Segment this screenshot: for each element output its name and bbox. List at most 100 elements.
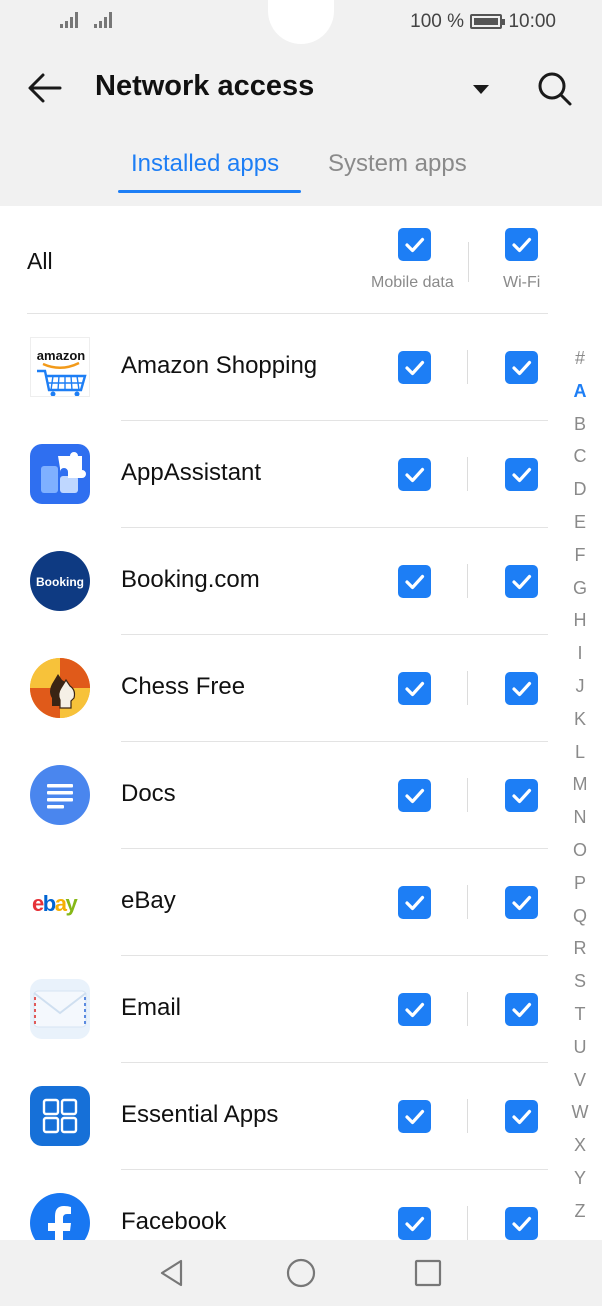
amazon-icon: amazon xyxy=(30,337,90,397)
alphabet-letter[interactable]: # xyxy=(568,342,592,375)
arrow-left-icon xyxy=(28,73,62,103)
mobile-data-checkbox[interactable] xyxy=(398,779,431,812)
booking-icon: Booking xyxy=(30,551,90,611)
app-name: Amazon Shopping xyxy=(121,352,318,379)
alphabet-letter[interactable]: O xyxy=(568,834,592,867)
facebook-icon xyxy=(30,1193,90,1240)
app-row-facebook: Facebook xyxy=(0,1170,560,1240)
filter-dropdown-button[interactable] xyxy=(466,74,496,104)
circle-home-icon xyxy=(286,1258,316,1288)
alphabet-letter[interactable]: I xyxy=(568,637,592,670)
alphabet-letter[interactable]: K xyxy=(568,703,592,736)
app-row-essential-apps: Essential Apps xyxy=(0,1063,560,1170)
wifi-checkbox[interactable] xyxy=(505,565,538,598)
alphabet-letter[interactable]: R xyxy=(568,932,592,965)
wifi-checkbox[interactable] xyxy=(505,886,538,919)
wifi-checkbox[interactable] xyxy=(505,993,538,1026)
app-row-email: Email xyxy=(0,956,560,1063)
alphabet-letter[interactable]: H xyxy=(568,604,592,637)
alphabet-letter[interactable]: J xyxy=(568,670,592,703)
alphabet-letter[interactable]: L xyxy=(568,736,592,769)
app-name: Email xyxy=(121,994,182,1021)
signal-icon-2 xyxy=(94,12,112,28)
alphabet-letter[interactable]: V xyxy=(568,1064,592,1097)
status-bar: 100 % 10:00 xyxy=(0,0,602,46)
column-divider xyxy=(467,671,468,705)
nav-home-button[interactable] xyxy=(284,1256,318,1290)
column-divider xyxy=(467,992,468,1026)
all-mobile-data-checkbox[interactable] xyxy=(398,228,431,261)
app-row-appassistant: AppAssistant xyxy=(0,421,560,528)
check-icon xyxy=(512,237,532,253)
column-divider xyxy=(467,778,468,812)
mobile-data-checkbox[interactable] xyxy=(398,565,431,598)
alphabet-letter[interactable]: W xyxy=(568,1096,592,1129)
all-apps-row: All Mobile data Wi-Fi xyxy=(0,206,602,314)
column-divider xyxy=(467,457,468,491)
tab-system-apps[interactable]: System apps xyxy=(328,150,467,178)
alphabet-letter[interactable]: P xyxy=(568,867,592,900)
mobile-data-checkbox[interactable] xyxy=(398,672,431,705)
check-icon xyxy=(512,360,532,376)
wifi-checkbox[interactable] xyxy=(505,1207,538,1240)
mobile-data-checkbox[interactable] xyxy=(398,886,431,919)
caret-down-icon xyxy=(473,85,489,94)
app-name: eBay xyxy=(121,887,176,914)
alphabet-letter[interactable]: C xyxy=(568,440,592,473)
docs-icon xyxy=(30,765,90,825)
mobile-data-checkbox[interactable] xyxy=(398,1100,431,1133)
alphabet-letter[interactable]: S xyxy=(568,965,592,998)
app-row-chess-free: Chess Free xyxy=(0,635,560,742)
check-icon xyxy=(512,574,532,590)
alphabet-letter[interactable]: M xyxy=(568,768,592,801)
mobile-data-checkbox[interactable] xyxy=(398,458,431,491)
mobile-data-checkbox[interactable] xyxy=(398,993,431,1026)
nav-back-button[interactable] xyxy=(155,1256,189,1290)
alphabet-index[interactable]: # A B C D E F G H I J K L M N O P Q R S T U V W X Y Z xyxy=(568,342,592,1228)
wifi-checkbox[interactable] xyxy=(505,672,538,705)
wifi-checkbox[interactable] xyxy=(505,1100,538,1133)
alphabet-letter[interactable]: D xyxy=(568,473,592,506)
alphabet-letter[interactable]: Y xyxy=(568,1162,592,1195)
check-icon xyxy=(405,1109,425,1125)
alphabet-letter[interactable]: A xyxy=(568,375,592,408)
tab-installed-apps[interactable]: Installed apps xyxy=(131,150,279,178)
alphabet-letter[interactable]: G xyxy=(568,572,592,605)
search-button[interactable] xyxy=(532,66,578,112)
alphabet-letter[interactable]: E xyxy=(568,506,592,539)
column-divider xyxy=(468,242,469,282)
nav-recents-button[interactable] xyxy=(411,1256,445,1290)
ebay-icon: ebay xyxy=(30,872,90,932)
column-divider xyxy=(467,1099,468,1133)
battery-percent: 100 % xyxy=(410,11,464,32)
svg-text:amazon: amazon xyxy=(37,348,85,363)
check-icon xyxy=(512,1216,532,1232)
alphabet-letter[interactable]: N xyxy=(568,801,592,834)
check-icon xyxy=(512,1109,532,1125)
alphabet-letter[interactable]: Q xyxy=(568,900,592,933)
alphabet-letter[interactable]: U xyxy=(568,1031,592,1064)
alphabet-letter[interactable]: X xyxy=(568,1129,592,1162)
mobile-data-checkbox[interactable] xyxy=(398,351,431,384)
all-wifi-checkbox[interactable] xyxy=(505,228,538,261)
check-icon xyxy=(512,788,532,804)
wifi-checkbox[interactable] xyxy=(505,458,538,491)
mobile-data-checkbox[interactable] xyxy=(398,1207,431,1240)
wifi-checkbox[interactable] xyxy=(505,351,538,384)
square-recents-icon xyxy=(414,1259,442,1287)
app-list-panel: All Mobile data Wi-Fi amazon Amazon Shop… xyxy=(0,206,602,1240)
back-button[interactable] xyxy=(22,68,70,108)
battery-icon xyxy=(470,14,505,29)
app-name: Essential Apps xyxy=(121,1101,279,1128)
alphabet-letter[interactable]: T xyxy=(568,998,592,1031)
all-label: All xyxy=(27,248,53,274)
check-icon xyxy=(405,574,425,590)
wifi-checkbox[interactable] xyxy=(505,779,538,812)
check-icon xyxy=(405,681,425,697)
alphabet-letter[interactable]: Z xyxy=(568,1195,592,1228)
clock: 10:00 xyxy=(508,11,556,32)
alphabet-letter[interactable]: B xyxy=(568,408,592,441)
alphabet-letter[interactable]: F xyxy=(568,539,592,572)
app-row-booking: Booking Booking.com xyxy=(0,528,560,635)
column-divider xyxy=(467,564,468,598)
